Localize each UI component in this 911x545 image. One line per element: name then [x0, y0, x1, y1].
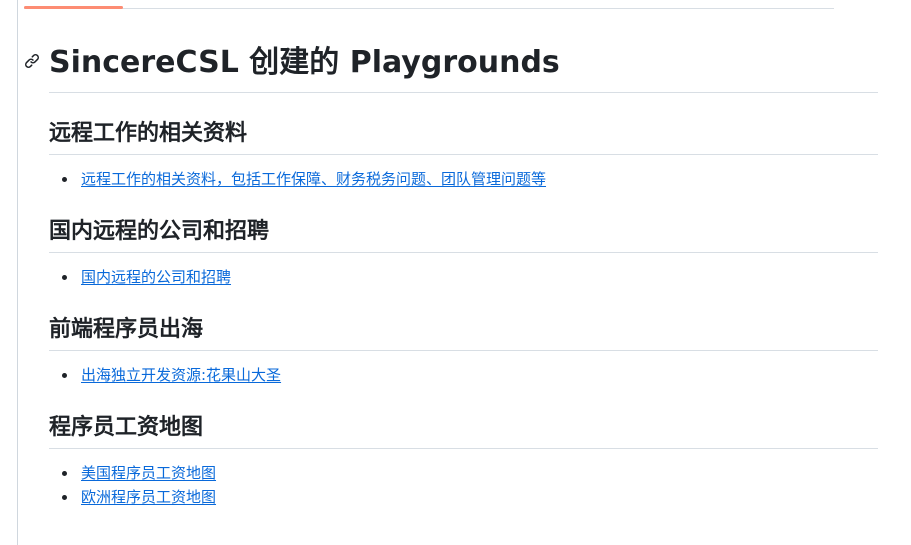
section-domestic-remote: 国内远程的公司和招聘 国内远程的公司和招聘 [49, 217, 878, 289]
section-heading: 国内远程的公司和招聘 [49, 217, 878, 253]
page-title: SincereCSL 创建的 Playgrounds [49, 45, 560, 80]
markdown-body: SincereCSL 创建的 Playgrounds 远程工作的相关资料 远程工… [25, 36, 878, 509]
link-list: 出海独立开发资源:花果山大圣 [49, 363, 878, 387]
list-item: 远程工作的相关资料，包括工作保障、财务税务问题、团队管理问题等 [62, 167, 878, 191]
link-overseas-indie-resources[interactable]: 出海独立开发资源:花果山大圣 [81, 366, 281, 384]
list-item: 出海独立开发资源:花果山大圣 [62, 363, 878, 387]
readme-page: SincereCSL 创建的 Playgrounds 远程工作的相关资料 远程工… [0, 0, 911, 545]
left-border [17, 0, 18, 545]
link-list: 国内远程的公司和招聘 [49, 265, 878, 289]
link-icon[interactable] [24, 53, 40, 69]
page-header: SincereCSL 创建的 Playgrounds [25, 36, 878, 93]
link-us-salary-map[interactable]: 美国程序员工资地图 [81, 464, 216, 482]
link-list: 远程工作的相关资料，包括工作保障、财务税务问题、团队管理问题等 [49, 167, 878, 191]
list-item: 美国程序员工资地图 [62, 461, 878, 485]
section-heading: 前端程序员出海 [49, 315, 878, 351]
section-heading: 远程工作的相关资料 [49, 119, 878, 155]
active-tab-indicator [24, 6, 123, 9]
link-list: 美国程序员工资地图 欧洲程序员工资地图 [49, 461, 878, 509]
tab-divider [24, 8, 834, 9]
section-heading: 程序员工资地图 [49, 413, 878, 449]
link-europe-salary-map[interactable]: 欧洲程序员工资地图 [81, 488, 216, 506]
section-frontend-overseas: 前端程序员出海 出海独立开发资源:花果山大圣 [49, 315, 878, 387]
section-salary-map: 程序员工资地图 美国程序员工资地图 欧洲程序员工资地图 [49, 413, 878, 509]
list-item: 国内远程的公司和招聘 [62, 265, 878, 289]
link-domestic-remote-companies[interactable]: 国内远程的公司和招聘 [81, 268, 231, 286]
list-item: 欧洲程序员工资地图 [62, 485, 878, 509]
link-remote-work-resources[interactable]: 远程工作的相关资料，包括工作保障、财务税务问题、团队管理问题等 [81, 170, 546, 188]
section-remote-work: 远程工作的相关资料 远程工作的相关资料，包括工作保障、财务税务问题、团队管理问题… [49, 119, 878, 191]
